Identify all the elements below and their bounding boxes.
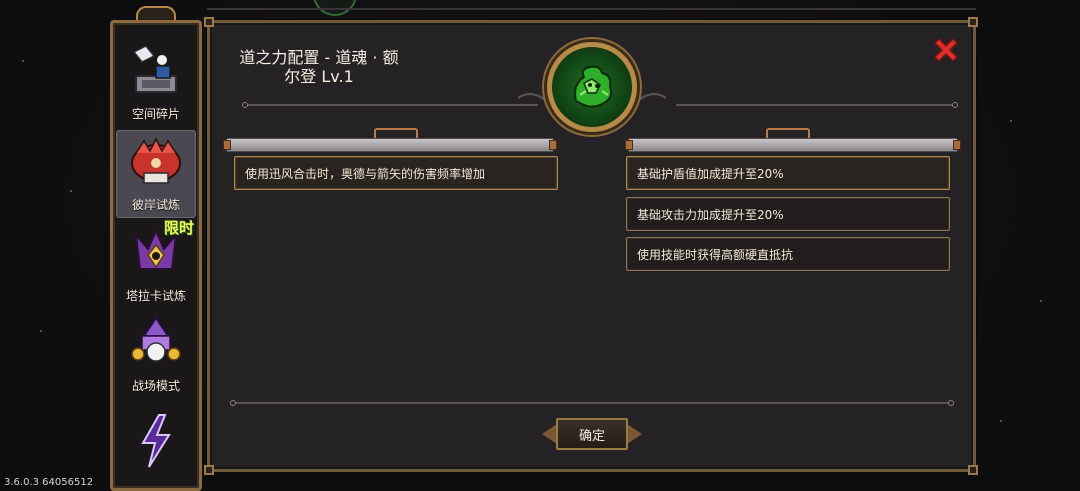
panel-title: 道之力配置 - 道魂 · 额尔登 Lv.1 <box>239 48 399 86</box>
panel-corner-ornament <box>968 17 978 27</box>
rail-end-cap <box>625 140 633 150</box>
battlefield-mode-icon <box>124 313 188 371</box>
taraka-trial-icon: 限时 <box>124 219 194 281</box>
effect-text: 使用技能时获得高额硬直抵抗 <box>637 247 794 262</box>
close-icon <box>933 37 959 63</box>
mode-sidebar: 空间碎片 彼岸试炼 限时 塔拉卡试炼 战场模式 <box>110 6 202 491</box>
sidebar-item-label: 塔拉卡试炼 <box>125 289 186 303</box>
right-effect-item: 基础护盾值加成提升至20% <box>626 156 950 190</box>
sidebar-item-other-shore-trial[interactable]: 彼岸试炼 <box>116 130 196 218</box>
sidebar-item-taraka-trial[interactable]: 限时 塔拉卡试炼 <box>116 219 196 308</box>
rail-end-cap <box>953 140 961 150</box>
panel-corner-ornament <box>968 465 978 475</box>
header-divider-left <box>248 104 538 106</box>
background-star <box>1010 120 1012 122</box>
panel-corner-ornament <box>204 17 214 27</box>
effect-text: 使用迅风合击时，奥德与箭矢的伤害频率增加 <box>245 166 486 181</box>
sidebar-item-battlefield-mode[interactable]: 战场模式 <box>116 310 196 398</box>
close-button[interactable] <box>931 35 961 65</box>
sidebar-item-lightning-mode[interactable] <box>116 400 196 480</box>
right-effect-item: 使用技能时获得高额硬直抵抗 <box>626 237 950 271</box>
sidebar-item-space-fragment[interactable]: 空间碎片 <box>116 38 196 126</box>
background-star <box>1040 300 1042 302</box>
divider-end-ornament <box>230 400 236 406</box>
divider-end-ornament <box>952 102 958 108</box>
lightning-mode-icon <box>124 412 188 470</box>
background-star <box>1000 420 1002 422</box>
confirm-button[interactable]: 确定 <box>542 414 642 454</box>
rail-handle-ornament <box>766 128 810 138</box>
divider-end-ornament <box>948 400 954 406</box>
left-effect-rail <box>223 138 557 152</box>
effect-text: 基础护盾值加成提升至20% <box>637 166 784 181</box>
rail-end-cap <box>223 140 231 150</box>
sidebar-item-label: 战场模式 <box>131 379 180 393</box>
limited-time-tag: 限时 <box>163 219 194 237</box>
dao-soul-emblem-icon <box>574 65 613 108</box>
left-effect-item: 使用迅风合击时，奥德与箭矢的伤害频率增加 <box>234 156 558 190</box>
divider-end-ornament <box>242 102 248 108</box>
version-label: 3.6.0.3 64056512 <box>4 477 94 488</box>
dao-soul-emblem <box>547 42 637 132</box>
sidebar-item-label: 彼岸试炼 <box>131 198 180 212</box>
effect-text: 基础攻击力加成提升至20% <box>637 207 784 222</box>
space-fragment-icon <box>124 41 188 99</box>
other-shore-trial-icon <box>124 132 188 190</box>
panel-corner-ornament <box>204 465 214 475</box>
right-effect-rail <box>625 138 961 152</box>
background-star <box>22 60 24 62</box>
rail-handle-ornament <box>374 128 418 138</box>
header-divider-right <box>676 104 956 106</box>
confirm-button-label: 确定 <box>556 418 628 450</box>
sidebar-item-label: 空间碎片 <box>131 107 180 121</box>
rail-end-cap <box>549 140 557 150</box>
footer-divider <box>236 402 952 404</box>
background-star <box>70 190 72 192</box>
background-star <box>40 330 42 332</box>
game-screen: 空间碎片 彼岸试炼 限时 塔拉卡试炼 战场模式 道之力配置 - 道魂 · 额尔登… <box>0 0 1080 491</box>
right-effect-item: 基础攻击力加成提升至20% <box>626 197 950 231</box>
